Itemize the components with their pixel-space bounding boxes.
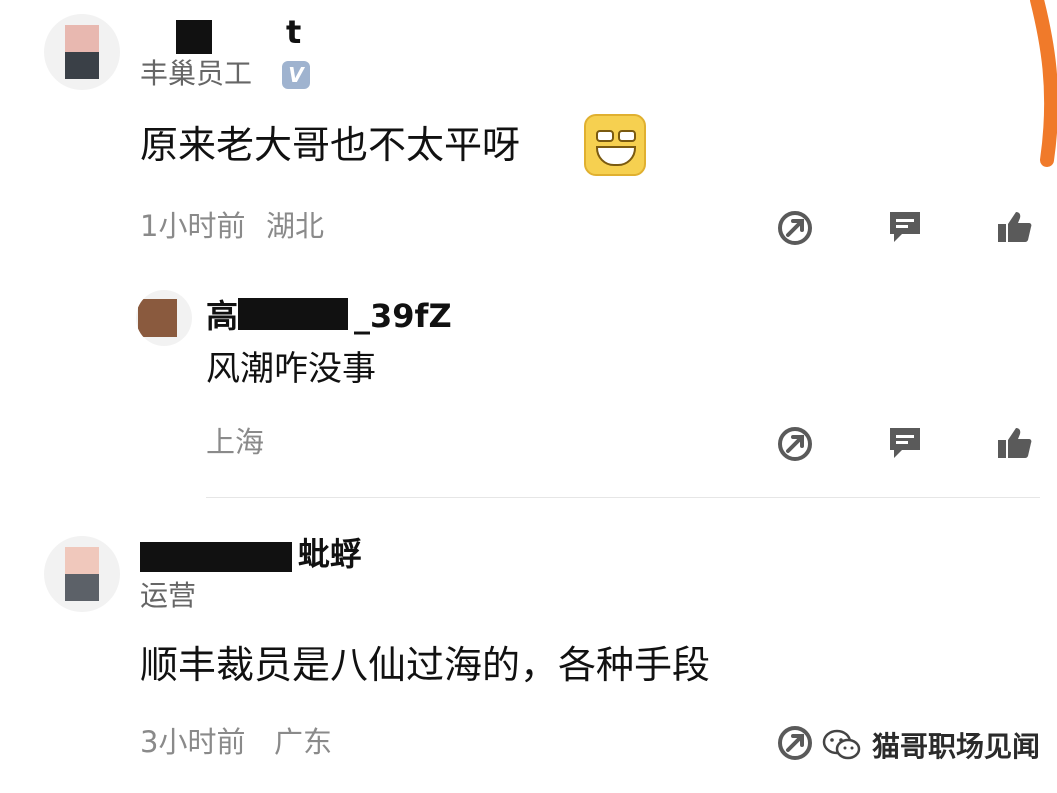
reply-username-redaction <box>238 298 348 330</box>
username[interactable]: 蚍蜉 <box>298 538 362 570</box>
verified-badge-icon: V <box>282 61 310 89</box>
share-icon[interactable] <box>776 425 814 463</box>
watermark: 猫哥职场见闻 <box>822 724 1040 766</box>
comment-icon[interactable] <box>886 424 924 462</box>
reply-username-start[interactable]: 高 <box>206 300 238 332</box>
share-icon[interactable] <box>776 724 814 762</box>
username-redaction <box>140 542 292 572</box>
wechat-icon <box>822 729 861 760</box>
comment-time: 1小时前 <box>140 209 246 243</box>
comment-location: 湖北 <box>266 209 325 243</box>
username-redaction <box>176 20 212 54</box>
avatar[interactable] <box>44 14 120 90</box>
user-role: 运营 <box>140 579 197 612</box>
comment-icon[interactable] <box>886 208 924 246</box>
comment-text: 顺丰裁员是八仙过海的，各种手段 <box>140 643 711 687</box>
reply-text: 风潮咋没事 <box>206 349 376 389</box>
comment-text: 原来老大哥也不太平呀 <box>140 123 521 167</box>
share-icon[interactable] <box>776 209 814 247</box>
comment-location: 广东 <box>274 725 333 759</box>
reply-avatar[interactable] <box>136 290 192 346</box>
like-icon[interactable] <box>996 424 1034 462</box>
divider <box>206 497 1040 498</box>
orange-scribble <box>1030 0 1057 167</box>
user-role: 丰巢员工 <box>140 57 253 90</box>
comment-time: 3小时前 <box>140 725 246 759</box>
grin-emoji-icon <box>584 114 646 176</box>
like-icon[interactable] <box>996 208 1034 246</box>
avatar[interactable] <box>44 536 120 612</box>
reply-username-end[interactable]: _39fZ <box>354 300 452 332</box>
username[interactable]: t <box>286 16 301 48</box>
watermark-text: 猫哥职场见闻 <box>872 730 1041 763</box>
reply-location: 上海 <box>206 425 265 459</box>
